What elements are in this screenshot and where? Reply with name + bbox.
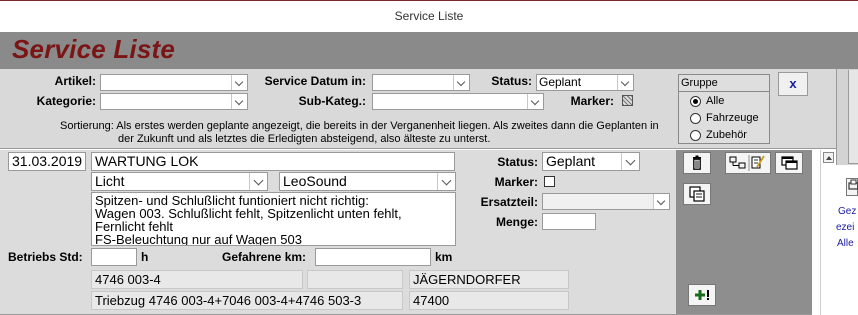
sort-note-line2: der Zukunft und als letztes die Erledigt… — [118, 133, 491, 145]
chevron-down-icon[interactable] — [231, 94, 247, 109]
sub-kateg-label: Sub-Kateg.: — [298, 94, 366, 108]
gefahrene-unit: km — [435, 250, 453, 264]
record-status-select[interactable]: Geplant — [542, 152, 640, 171]
chevron-down-icon[interactable] — [653, 194, 669, 209]
chevron-down-icon[interactable] — [437, 173, 455, 190]
right-panel-button[interactable] — [848, 70, 858, 164]
betriebs-unit: h — [141, 250, 149, 264]
clear-filter-button[interactable]: x — [778, 72, 808, 96]
gruppe-option-zubehoer-label: Zubehör — [706, 129, 747, 141]
chevron-down-icon[interactable] — [617, 75, 633, 90]
status-filter-label: Status: — [491, 74, 532, 88]
kategorie-select[interactable] — [100, 93, 248, 110]
service-datum-label: Service Datum in: — [264, 74, 366, 88]
article-code-field: 47400 — [409, 291, 569, 310]
status-filter-value: Geplant — [539, 75, 582, 89]
record-date-field[interactable]: 31.03.2019 — [8, 152, 86, 171]
vertical-scrollbar[interactable] — [820, 150, 836, 315]
service-datum-select[interactable] — [372, 74, 470, 91]
side-link-gez[interactable]: Gez — [838, 206, 856, 217]
article-number-field: 4746 003-4 — [91, 270, 303, 289]
gruppe-option-group: Gruppe Alle Fahrzeuge Zubehör — [678, 74, 770, 144]
window-title: Service Liste — [0, 1, 858, 32]
chevron-down-icon[interactable] — [527, 94, 543, 109]
plus-icon — [695, 290, 709, 300]
gruppe-title: Gruppe — [679, 76, 769, 92]
article-extra-field — [307, 270, 403, 289]
betriebs-std-label: Betriebs Std: — [8, 250, 83, 264]
record-description-memo[interactable]: Spitzen- und Schlußlicht funtioniert nic… — [91, 192, 456, 246]
menge-label: Menge: — [496, 215, 538, 229]
gruppe-radio-zubehoer[interactable] — [690, 130, 701, 141]
sort-note: Sortierung: Als erstes werden geplante a… — [60, 120, 670, 146]
gefahrene-km-field[interactable] — [315, 248, 431, 266]
add-record-button[interactable] — [688, 284, 716, 306]
form-title: Service Liste — [12, 34, 176, 64]
gruppe-option-fahrzeuge-label: Fahrzeuge — [706, 112, 759, 124]
windows-icon — [781, 156, 798, 170]
manufacturer-field: JÄGERNDORFER — [409, 270, 569, 289]
kategorie-label: Kategorie: — [36, 94, 96, 108]
record-sub-kategorie-select[interactable]: LeoSound — [279, 172, 456, 191]
edit-relations-button[interactable] — [725, 152, 771, 174]
side-link-alle[interactable]: Alle — [837, 238, 854, 249]
marker-filter-checkbox[interactable] — [622, 95, 633, 106]
sort-note-line1: Als erstes werden geplante angezeigt, di… — [116, 120, 659, 132]
trash-icon — [693, 155, 701, 170]
side-link-ezei[interactable]: ezei — [836, 222, 854, 233]
chevron-down-icon[interactable] — [249, 173, 267, 190]
chevron-down-icon[interactable] — [621, 153, 639, 170]
record-kategorie-select[interactable]: Licht — [91, 172, 268, 191]
record-marker-checkbox[interactable] — [544, 176, 555, 187]
artikel-label: Artikel: — [54, 74, 96, 88]
gruppe-radio-fahrzeuge[interactable] — [690, 113, 701, 124]
copy-record-button[interactable] — [683, 183, 711, 205]
gruppe-radio-alle[interactable] — [690, 96, 701, 107]
description-line: FS-Beleuchtung nur auf Wagen 503 — [95, 232, 302, 246]
status-filter-select[interactable]: Geplant — [536, 74, 634, 91]
delete-button[interactable] — [683, 152, 711, 174]
article-name-field: Triebzug 4746 003-4+7046 003-4+4746 503-… — [91, 291, 403, 310]
sort-note-label: Sortierung: — [60, 120, 114, 132]
sub-kateg-select[interactable] — [372, 93, 544, 110]
betriebs-std-field[interactable] — [91, 248, 137, 266]
tree-edit-icon — [729, 155, 765, 171]
gefahrene-km-label: Gefahrene km: — [222, 250, 307, 264]
record-title-field[interactable]: WARTUNG LOK — [91, 152, 455, 171]
chevron-down-icon[interactable] — [453, 75, 469, 90]
ersatzteil-label: Ersatzteil: — [480, 195, 538, 209]
copy-icon — [689, 186, 705, 202]
ersatzteil-select[interactable] — [542, 193, 670, 210]
scroll-up-icon[interactable] — [823, 152, 834, 163]
chevron-down-icon[interactable] — [231, 75, 247, 90]
gruppe-option-alle-label: Alle — [706, 95, 725, 107]
record-sub-kategorie-value: LeoSound — [283, 173, 347, 189]
record-status-value: Geplant — [546, 153, 596, 169]
duplicate-window-button[interactable] — [775, 152, 803, 174]
marker-filter-label: Marker: — [570, 94, 614, 108]
menge-field[interactable] — [542, 213, 596, 230]
print-icon[interactable] — [846, 178, 858, 196]
record-status-label: Status: — [497, 155, 538, 169]
record-kategorie-value: Licht — [95, 173, 125, 189]
artikel-select[interactable] — [100, 74, 248, 91]
form-gap — [812, 150, 820, 315]
record-marker-label: Marker: — [494, 175, 538, 189]
